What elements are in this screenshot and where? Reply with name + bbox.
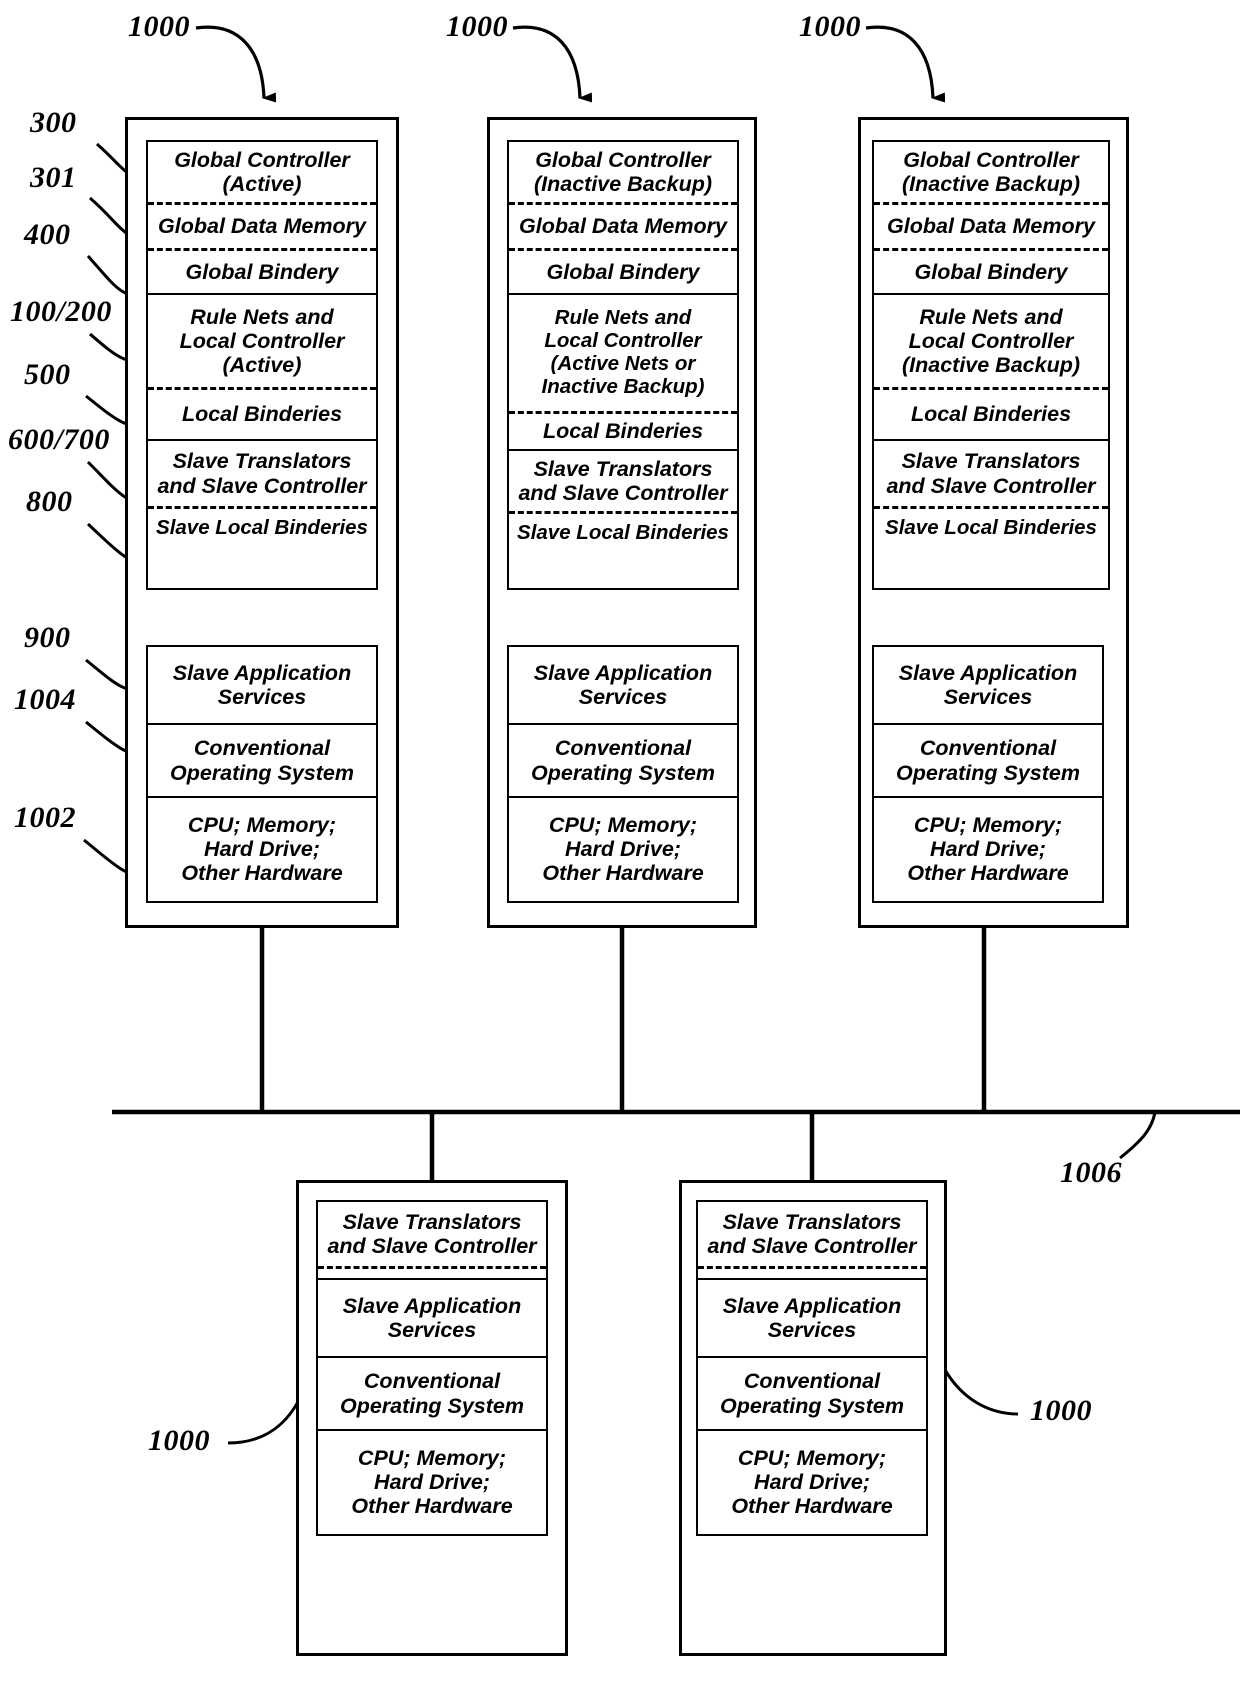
- slave-node-left-lower-stack: Slave Application Services Conventional …: [316, 1278, 548, 1536]
- cell-local-binderies: Local Binderies: [874, 387, 1108, 439]
- ref-1006-bus: 1006: [1060, 1156, 1122, 1189]
- cell-global-bindery: Global Bindery: [509, 248, 737, 293]
- ref-400: 400: [24, 218, 71, 251]
- cell-slave-translators: Slave Translators and Slave Controller: [509, 449, 737, 511]
- cell-rule-nets-local-controller: Rule Nets and Local Controller (Inactive…: [874, 293, 1108, 387]
- cell-conventional-os: Conventional Operating System: [148, 723, 376, 796]
- cell-hardware: CPU; Memory; Hard Drive; Other Hardware: [148, 796, 376, 900]
- cell-slave-application-services: Slave Application Services: [533, 660, 713, 709]
- slave-node-right-lower-stack: Slave Application Services Conventional …: [696, 1278, 928, 1536]
- cell-local-binderies: Local Binderies: [148, 387, 376, 439]
- ref-1000-node-right: 1000: [799, 10, 861, 43]
- ref-1000-slave-right: 1000: [1030, 1394, 1092, 1427]
- cell-hardware: CPU; Memory; Hard Drive; Other Hardware: [698, 1429, 926, 1533]
- full-node-right-lower-stack: Slave Application Services Conventional …: [872, 645, 1104, 903]
- cell-hardware: CPU; Memory; Hard Drive; Other Hardware: [874, 796, 1102, 900]
- full-node-left-upper-stack: Global Controller (Active) Global Data M…: [146, 140, 378, 590]
- cell-global-data-memory: Global Data Memory: [509, 202, 737, 248]
- cell-slave-application-services: Slave Application Services: [898, 660, 1078, 709]
- ref-900: 900: [24, 621, 71, 654]
- ref-1000-slave-left: 1000: [148, 1424, 210, 1457]
- cell-slave-application-services: Slave Application Services: [722, 1293, 902, 1342]
- cell-global-data-memory: Global Data Memory: [874, 202, 1108, 248]
- cell-rule-nets-local-controller: Rule Nets and Local Controller (Active): [148, 293, 376, 387]
- cell-conventional-os: Conventional Operating System: [874, 723, 1102, 796]
- bus-leader: [1119, 1111, 1157, 1160]
- bottom-right-leader: [942, 1367, 1019, 1416]
- ref-1004: 1004: [14, 683, 76, 716]
- cell-rule-nets-local-controller: Rule Nets and Local Controller (Active N…: [509, 293, 737, 411]
- ref-1000-node-left: 1000: [128, 10, 190, 43]
- cell-slave-translators: Slave Translators and Slave Controller: [874, 439, 1108, 506]
- cell-slave-translators: Slave Translators and Slave Controller: [707, 1209, 917, 1258]
- bus-drop-lines-top: [259, 928, 987, 1112]
- cell-slave-application-services: Slave Application Services: [172, 660, 352, 709]
- ref-300: 300: [30, 106, 77, 139]
- cell-slave-translators: Slave Translators and Slave Controller: [327, 1209, 537, 1258]
- cell-global-data-memory: Global Data Memory: [148, 202, 376, 248]
- full-node-right-upper-stack: Global Controller (Inactive Backup) Glob…: [872, 140, 1110, 590]
- cell-conventional-os: Conventional Operating System: [318, 1356, 546, 1429]
- bottom-left-leader: [227, 1397, 302, 1445]
- cell-slave-local-binderies: Slave Local Binderies: [874, 506, 1108, 548]
- ref-800: 800: [26, 485, 73, 518]
- cell-conventional-os: Conventional Operating System: [509, 723, 737, 796]
- ref-100-200: 100/200: [10, 295, 112, 328]
- cell-local-binderies: Local Binderies: [509, 411, 737, 449]
- ref-1002: 1002: [14, 801, 76, 834]
- ref-600-700: 600/700: [8, 423, 110, 456]
- cell-slave-local-binderies: Slave Local Binderies: [148, 506, 376, 548]
- cell-global-bindery: Global Bindery: [874, 248, 1108, 293]
- cell-global-controller: Global Controller (Inactive Backup): [901, 147, 1081, 196]
- cell-global-controller: Global Controller (Inactive Backup): [533, 147, 713, 196]
- full-node-left-lower-stack: Slave Application Services Conventional …: [146, 645, 378, 903]
- cell-slave-translators: Slave Translators and Slave Controller: [148, 439, 376, 506]
- cell-hardware: CPU; Memory; Hard Drive; Other Hardware: [318, 1429, 546, 1533]
- ref-500: 500: [24, 358, 71, 391]
- cell-global-controller: Global Controller (Active): [174, 147, 350, 196]
- full-node-middle-lower-stack: Slave Application Services Conventional …: [507, 645, 739, 903]
- ref-301: 301: [30, 161, 77, 194]
- full-node-middle-upper-stack: Global Controller (Inactive Backup) Glob…: [507, 140, 739, 590]
- figure-canvas: 1000 1000 1000 300 301 400 100/200 500 6…: [0, 0, 1240, 1698]
- cell-hardware: CPU; Memory; Hard Drive; Other Hardware: [509, 796, 737, 900]
- cell-conventional-os: Conventional Operating System: [698, 1356, 926, 1429]
- ref-1000-node-middle: 1000: [446, 10, 508, 43]
- cell-slave-local-binderies: Slave Local Binderies: [509, 511, 737, 553]
- cell-slave-application-services: Slave Application Services: [342, 1293, 522, 1342]
- cell-global-bindery: Global Bindery: [148, 248, 376, 293]
- bus-drop-lines-bottom: [429, 1112, 815, 1182]
